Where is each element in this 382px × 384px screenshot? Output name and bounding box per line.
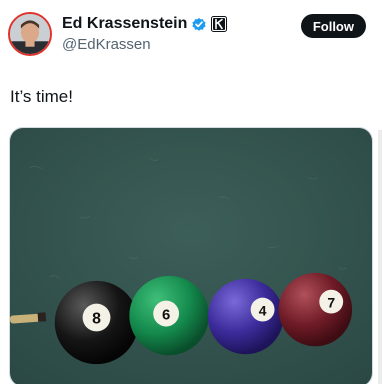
follow-button[interactable]: Follow bbox=[300, 14, 366, 38]
ball-7-label: 7 bbox=[327, 295, 335, 311]
avatar-photo bbox=[10, 14, 50, 54]
ball-4: 4 bbox=[207, 278, 284, 355]
author-handle[interactable]: @EdKrassen bbox=[62, 36, 151, 54]
author-name-row: Ed Krassenstein bbox=[62, 14, 228, 34]
ball-7: 7 bbox=[278, 272, 353, 347]
tweet-card: Ed Krassenstein @EdKrassen Follow It’s t… bbox=[0, 0, 382, 384]
scrollbar[interactable] bbox=[378, 130, 382, 384]
tweet-media-photo[interactable]: 8 6 4 7 bbox=[9, 127, 373, 384]
author-display-name[interactable]: Ed Krassenstein bbox=[62, 14, 187, 34]
ball-8-label: 8 bbox=[92, 310, 101, 327]
avatar[interactable] bbox=[8, 12, 52, 56]
ball-4-label: 4 bbox=[259, 303, 267, 319]
verified-badge-icon bbox=[191, 16, 207, 32]
affiliate-logo-icon[interactable] bbox=[211, 16, 228, 32]
ball-8: 8 bbox=[54, 280, 139, 365]
ball-6: 6 bbox=[129, 275, 209, 356]
tweet-text: It’s time! bbox=[10, 87, 73, 106]
pool-balls-photo: 8 6 4 7 bbox=[10, 128, 372, 384]
ball-6-label: 6 bbox=[162, 308, 170, 324]
